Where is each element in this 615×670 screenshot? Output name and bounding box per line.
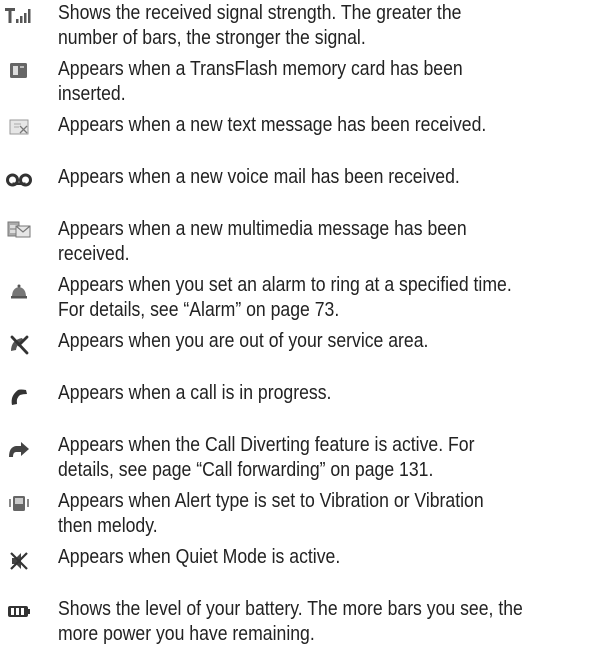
item-description-line: Appears when the Call Diverting feature … xyxy=(58,433,475,456)
vibration-icon xyxy=(4,492,34,514)
item-description-line: received. xyxy=(58,242,130,265)
item-description-line: Appears when a new text message has been… xyxy=(58,113,487,136)
no-service-icon xyxy=(4,334,34,356)
call-in-progress-icon xyxy=(4,386,34,408)
item-description-line: Shows the level of your battery. The mor… xyxy=(58,597,523,620)
item-description-line: Shows the received signal strength. The … xyxy=(58,1,462,24)
item-description-line: Appears when Quiet Mode is active. xyxy=(58,545,341,568)
text-message-icon xyxy=(4,116,34,138)
memory-card-icon xyxy=(4,60,34,82)
item-description-line: For details, see “Alarm” on page 73. xyxy=(58,298,340,321)
item-description-line: Appears when a new voice mail has been r… xyxy=(58,165,460,188)
item-description-line: Appears when Alert type is set to Vibrat… xyxy=(58,489,484,512)
item-description-line: Appears when a TransFlash memory card ha… xyxy=(58,57,463,80)
call-divert-icon xyxy=(4,438,34,460)
item-description-line: more power you have remaining. xyxy=(58,622,315,645)
item-description-line: details, see page “Call forwarding” on p… xyxy=(58,458,434,481)
item-description-line: Appears when a call is in progress. xyxy=(58,381,332,404)
item-description-line: Appears when a new multimedia message ha… xyxy=(58,217,467,240)
alarm-icon xyxy=(4,280,34,302)
voice-mail-icon xyxy=(4,168,34,190)
quiet-mode-icon xyxy=(4,550,34,572)
item-description-line: Appears when you set an alarm to ring at… xyxy=(58,273,512,296)
battery-icon xyxy=(4,600,34,622)
signal-strength-icon xyxy=(4,4,34,26)
item-description-line: inserted. xyxy=(58,82,126,105)
item-description-line: number of bars, the stronger the signal. xyxy=(58,26,366,49)
item-description-line: Appears when you are out of your service… xyxy=(58,329,429,352)
multimedia-message-icon xyxy=(4,219,34,241)
item-description-line: then melody. xyxy=(58,514,158,537)
